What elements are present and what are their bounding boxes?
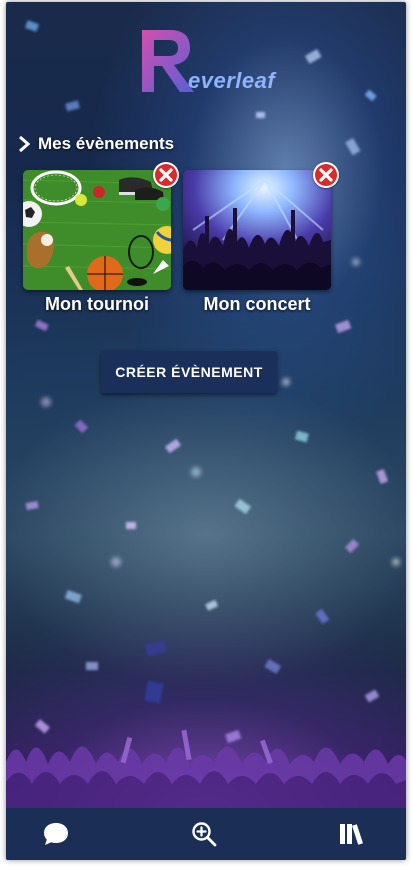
event-image-concert[interactable]: [183, 170, 331, 290]
delete-x-icon: [155, 164, 177, 186]
event-title[interactable]: Mon tournoi: [23, 294, 171, 315]
chevron-right-icon: [19, 136, 30, 152]
zoom-in-icon: [192, 822, 217, 847]
background-confetti-image: [6, 20, 406, 808]
app-screen: everleaf Mes évènements Mon tournoi Mon …: [6, 2, 406, 860]
delete-event-button[interactable]: [313, 162, 339, 188]
reverleaf-logo: everleaf: [140, 28, 280, 98]
event-card-tournoi[interactable]: Mon tournoi: [23, 162, 179, 315]
event-card-concert[interactable]: Mon concert: [183, 162, 339, 315]
section-title: Mes évènements: [38, 134, 175, 153]
chat-icon: [44, 823, 68, 845]
delete-event-button[interactable]: [153, 162, 179, 188]
create-event-button[interactable]: CRÉER ÉVÈNEMENT: [101, 351, 277, 393]
bottom-navigation: [6, 808, 406, 860]
event-image-sports[interactable]: [23, 170, 171, 290]
library-icon: [340, 824, 363, 845]
delete-x-icon: [315, 164, 337, 186]
event-title[interactable]: Mon concert: [183, 294, 331, 315]
nav-chat-button[interactable]: [40, 818, 72, 850]
nav-library-button[interactable]: [336, 818, 368, 850]
nav-search-button[interactable]: [188, 818, 220, 850]
events-section-header[interactable]: Mes évènements: [18, 132, 174, 156]
logo-text: everleaf: [188, 68, 276, 93]
